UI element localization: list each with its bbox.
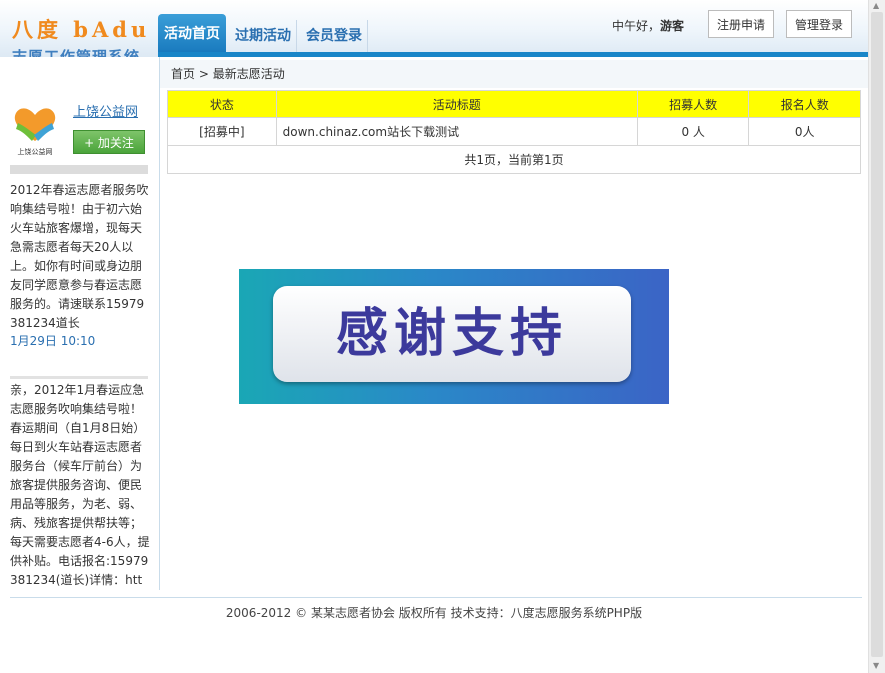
banner-text: 感谢支持: [335, 304, 568, 364]
table-header-row: 状态 活动标题 招募人数 报名人数: [167, 90, 861, 118]
weibo-post: 亲，2012年1月春运应急志愿服务吹响集结号啦！春运期间（自1月8日始）每日到火…: [10, 383, 150, 587]
follow-button[interactable]: + 加关注: [73, 130, 145, 154]
nav-tab-member-login[interactable]: 会员登录: [301, 20, 368, 52]
greeting-text: 中午好，: [612, 19, 661, 33]
col-signed: 报名人数: [748, 90, 861, 118]
post-separator: [10, 376, 148, 379]
weibo-avatar[interactable]: 上饶公益网: [10, 101, 60, 156]
col-status: 状态: [167, 90, 277, 118]
recruit-count: 0 人: [636, 117, 750, 146]
breadcrumb-home[interactable]: 首页: [171, 67, 195, 81]
signed-count: 0人: [748, 117, 861, 146]
main-nav: 活动首页 过期活动 会员登录: [158, 14, 372, 52]
nav-tab-home[interactable]: 活动首页: [158, 14, 226, 52]
nav-tab-expired[interactable]: 过期活动: [230, 20, 297, 52]
username: 游客: [660, 19, 685, 33]
scrollbar-thumb[interactable]: [871, 12, 883, 657]
register-button[interactable]: 注册申请: [708, 10, 775, 38]
activity-table: 状态 活动标题 招募人数 报名人数 [招募中] down.chinaz.com站…: [167, 90, 861, 174]
footer-divider: [10, 597, 862, 598]
weibo-account-name[interactable]: 上饶公益网: [73, 101, 138, 120]
breadcrumb-separator: >: [198, 67, 209, 81]
sidebar-divider: [10, 165, 148, 174]
thanks-banner: 感谢支持: [239, 269, 669, 404]
footer-copyright: 2006-2012 © 某某志愿者协会 版权所有 技术支持：八度志愿服务系统PH…: [225, 606, 643, 620]
sidebar-weibo-widget: 上饶公益网 上饶公益网 + 加关注 2012年春运志愿者服务吹响集结号啦！由于初…: [0, 57, 160, 590]
banner-plate: 感谢支持: [273, 286, 631, 382]
vertical-scrollbar[interactable]: ▲ ▼: [868, 0, 885, 673]
logo-title[interactable]: 八度 bAdu: [12, 14, 150, 44]
weibo-logo-caption: 上饶公益网: [18, 147, 53, 156]
breadcrumb: 首页 > 最新志愿活动: [160, 60, 868, 88]
scroll-up-icon[interactable]: ▲: [873, 1, 879, 10]
activity-title-link[interactable]: down.chinaz.com站长下载测试: [275, 117, 638, 146]
scroll-down-icon[interactable]: ▼: [873, 661, 879, 670]
table-row: [招募中] down.chinaz.com站长下载测试 0 人 0人: [167, 117, 861, 146]
pager-info: 共1页，当前第1页: [167, 145, 861, 174]
nav-underline: [158, 52, 868, 57]
greeting: 中午好，游客: [612, 17, 684, 34]
admin-login-button[interactable]: 管理登录: [786, 10, 853, 38]
pager-row: 共1页，当前第1页: [167, 145, 861, 174]
weibo-post: 2012年春运志愿者服务吹响集结号啦！由于初六始火车站旅客爆增，现每天急需志愿者…: [10, 183, 149, 330]
col-recruit: 招募人数: [636, 90, 750, 118]
breadcrumb-current: 最新志愿活动: [212, 67, 285, 81]
col-title: 活动标题: [275, 90, 638, 118]
weibo-post-time[interactable]: 1月29日 10:10: [10, 332, 95, 349]
activity-status: [招募中]: [167, 117, 277, 146]
header: 八度 bAdu 志愿工作管理系统 活动首页 过期活动 会员登录 中午好，游客 注…: [0, 0, 868, 66]
heart-hands-icon: 上饶公益网: [14, 108, 56, 156]
